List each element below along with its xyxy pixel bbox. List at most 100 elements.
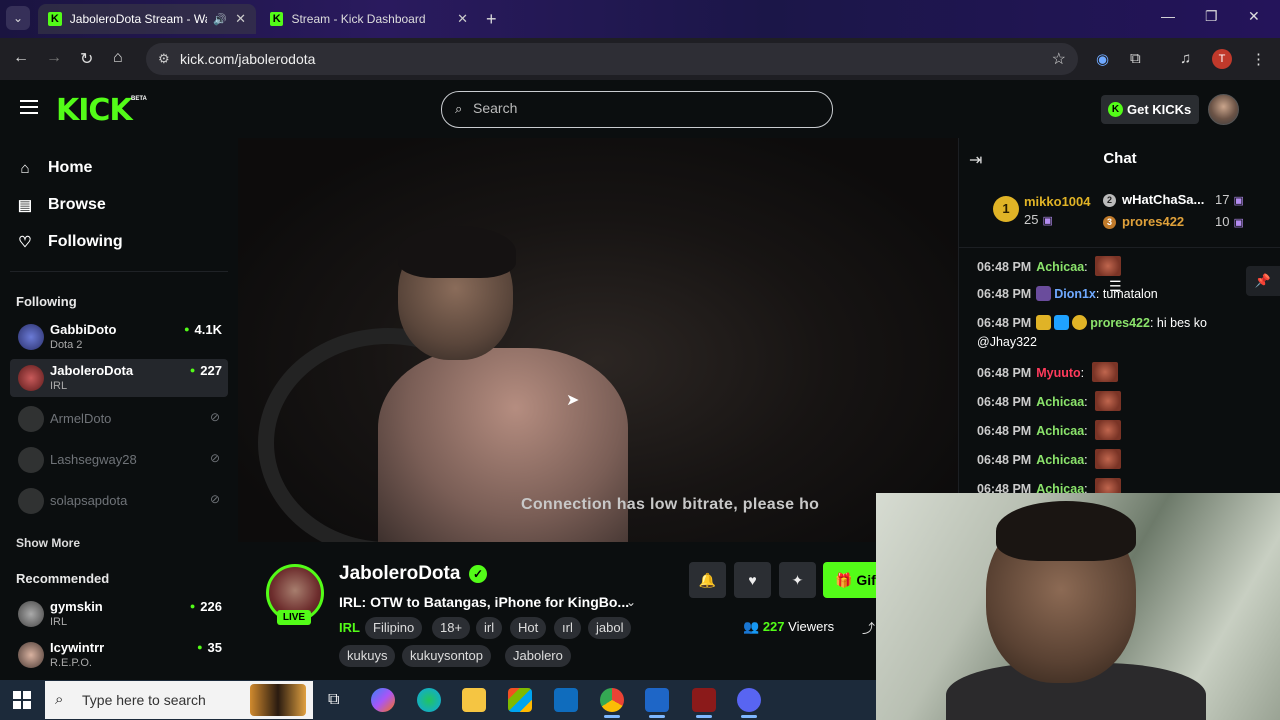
tag-pill[interactable]: Filipino (365, 617, 423, 639)
chevron-down-icon[interactable]: ⌄ (626, 595, 636, 609)
tab-jabolerodota-stream[interactable]: K JaboleroDota Stream - Wat 🔊 ✕ (38, 4, 256, 34)
read-aloud-icon[interactable]: ◉ (1096, 50, 1109, 68)
gift-subs-button[interactable]: 🎁 Gif (823, 562, 883, 598)
hamburger-menu-icon[interactable] (20, 100, 38, 114)
back-arrow-icon[interactable]: ← (13, 49, 29, 67)
audio-playing-icon[interactable]: 🔊 (213, 13, 227, 26)
emote-icon (1095, 391, 1122, 411)
channel-icywintrr[interactable]: Icywintrr R.E.P.O. 35 (10, 636, 228, 674)
viewer-count: 227 (190, 363, 222, 378)
category-link[interactable]: IRL (339, 617, 360, 639)
follow-heart-button[interactable]: ♥ (734, 562, 771, 598)
channel-jabolerodota[interactable]: JaboleroDota IRL 227 (10, 359, 228, 397)
user-avatar[interactable] (1208, 94, 1239, 125)
edge-icon[interactable] (417, 688, 441, 712)
leader-row-third[interactable]: 3 prores422 10 ▣ (1103, 214, 1244, 229)
reload-icon[interactable]: ↻ (80, 49, 93, 69)
get-kicks-button[interactable]: K Get KICKs (1101, 95, 1200, 124)
outlook-icon[interactable] (554, 688, 578, 712)
share-icon[interactable]: ⤴ (862, 618, 875, 637)
video-frame-hair (398, 226, 516, 278)
message-user[interactable]: Dion1x (1054, 287, 1096, 301)
microsoft-store-icon[interactable] (508, 688, 532, 712)
site-info-icon[interactable]: ⚙ (158, 51, 170, 67)
message-user[interactable]: Achicaa (1036, 260, 1084, 274)
channel-gabbidoto[interactable]: GabbiDoto Dota 2 4.1K (10, 318, 228, 356)
new-tab-button[interactable]: + (486, 9, 497, 30)
bookmark-star-icon[interactable]: ☆ (1052, 49, 1066, 69)
emote-icon (1095, 256, 1122, 276)
sidebar-item-home[interactable]: ⌂ Home (16, 156, 92, 180)
message-user[interactable]: Achicaa (1036, 424, 1084, 438)
close-tab-icon[interactable]: ✕ (235, 11, 246, 27)
url-text[interactable]: kick.com/jabolerodota (180, 51, 315, 67)
message-user[interactable]: prores422 (1090, 316, 1150, 330)
tab-search-button[interactable]: ⌄ (6, 6, 30, 30)
browser-menu-icon[interactable]: ⋮ (1251, 50, 1266, 68)
tag-pill[interactable]: Jabolero (505, 645, 571, 667)
channel-armeldoto[interactable]: ArmelDoto ⊘ (10, 400, 228, 438)
gift-icon: ▣ (1233, 217, 1244, 229)
subscriber-badge-icon (1054, 315, 1070, 330)
tag-pill[interactable]: jabol (588, 617, 632, 639)
sidebar-item-label: Following (48, 233, 123, 250)
home-icon[interactable]: ⌂ (113, 49, 123, 67)
tag-pill[interactable]: Hot (510, 617, 547, 639)
channel-gymskin[interactable]: gymskin IRL 226 (10, 595, 228, 633)
tag-pill[interactable]: irl (476, 617, 503, 639)
restore-icon[interactable]: ❐ (1205, 8, 1218, 25)
message-time: 06:48 PM (977, 453, 1032, 467)
kick-logo[interactable]: KICK (56, 93, 133, 128)
taskbar-search[interactable]: ⌕ Type here to search (45, 681, 313, 719)
sidebar-item-following[interactable]: ♡ Following (16, 230, 123, 254)
snipping-tool-icon[interactable] (645, 688, 669, 718)
channel-solapsapdota[interactable]: solapsapdota ⊘ (10, 482, 228, 520)
media-controls-icon[interactable]: ♫ (1180, 50, 1191, 67)
message-time: 06:48 PM (977, 366, 1032, 380)
tab-kick-dashboard[interactable]: K Stream - Kick Dashboard ✕ (260, 4, 478, 34)
viewer-count: 35 (197, 640, 222, 655)
discord-icon[interactable] (737, 688, 761, 718)
get-kicks-label: Get KICKs (1127, 102, 1192, 117)
sidebar-item-browse[interactable]: ▤ Browse (16, 193, 106, 217)
forward-arrow-icon[interactable]: → (46, 49, 62, 67)
extensions-icon[interactable]: ⧉ (1130, 50, 1141, 67)
tag-pill[interactable]: kukuys (339, 645, 396, 667)
task-view-icon[interactable]: ⧉ (328, 691, 339, 709)
tag-pill[interactable]: ırl (554, 617, 581, 639)
leader-row-second[interactable]: 2 wHatChaSa... 17 ▣ (1103, 192, 1244, 207)
chrome-icon[interactable] (600, 688, 624, 718)
home-icon: ⌂ (20, 159, 30, 177)
search-input[interactable] (473, 100, 813, 116)
leader-name[interactable]: mikko1004 (1024, 194, 1091, 209)
close-window-icon[interactable]: ✕ (1248, 8, 1260, 25)
clip-button[interactable]: ✦ (779, 562, 816, 598)
avatar (18, 324, 44, 350)
first-place-medal: 1 (993, 196, 1019, 222)
message-user[interactable]: Achicaa (1036, 395, 1084, 409)
close-tab-icon[interactable]: ✕ (457, 11, 468, 27)
obs-app-icon[interactable] (692, 688, 716, 718)
stream-title: IRL: OTW to Batangas, iPhone for KingBo.… (339, 594, 630, 610)
channel-lashsegway28[interactable]: Lashsegway28 ⊘ (10, 441, 228, 479)
viewer-count-display: 👥 227 Viewers (743, 619, 834, 635)
chat-message: 06:48 PM prores422: hi bes ko @Jhay322 (977, 315, 1207, 349)
gift-label: Gif (856, 572, 876, 588)
file-explorer-icon[interactable] (462, 688, 486, 712)
message-user[interactable]: Myuuto (1036, 366, 1080, 380)
copilot-icon[interactable] (371, 688, 395, 712)
search-box[interactable]: ⌕ (441, 91, 833, 128)
streamer-name[interactable]: JaboleroDota (339, 563, 460, 585)
tag-pill[interactable]: kukuysontop (402, 645, 491, 667)
minimize-icon[interactable]: — (1161, 8, 1175, 24)
video-player[interactable]: ➤ Connection has low bitrate, please ho (238, 138, 958, 542)
address-bar[interactable]: ⚙ kick.com/jabolerodota ☆ (146, 43, 1078, 75)
show-more-button[interactable]: Show More (16, 536, 80, 550)
windows-start-icon[interactable] (13, 691, 31, 709)
message-user[interactable]: Achicaa (1036, 453, 1084, 467)
emote-icon (1091, 362, 1118, 382)
notification-bell-button[interactable]: 🔔 (689, 562, 726, 598)
tag-pill[interactable]: 18+ (432, 617, 471, 639)
profile-avatar[interactable]: T (1212, 49, 1232, 69)
divider (10, 271, 228, 272)
